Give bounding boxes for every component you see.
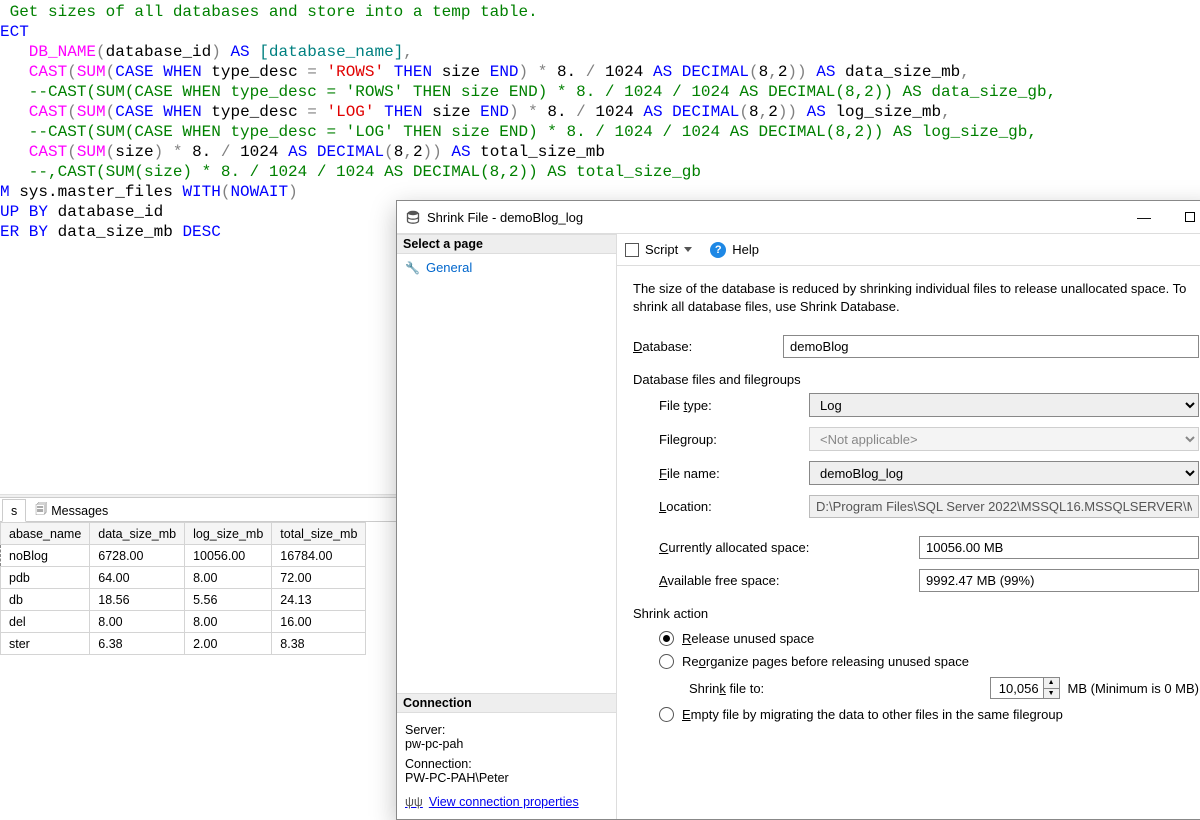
table-row[interactable]: db18.565.5624.13 [1, 589, 366, 611]
maximize-button[interactable] [1167, 201, 1200, 233]
network-icon: ψψ [405, 795, 423, 809]
allocated-space-field [919, 536, 1199, 559]
table-cell[interactable]: db [1, 589, 90, 611]
tab-results[interactable]: s [2, 499, 26, 522]
page-general-label: General [426, 260, 472, 275]
table-cell[interactable]: 5.56 [185, 589, 272, 611]
shrink-to-spinner[interactable]: ▲ ▼ [990, 677, 1060, 699]
column-header[interactable]: data_size_mb [90, 523, 185, 545]
server-label: Server: [405, 723, 608, 737]
table-row[interactable]: ster6.382.008.38 [1, 633, 366, 655]
table-cell[interactable]: 2.00 [185, 633, 272, 655]
table-row[interactable]: del8.008.0016.00 [1, 611, 366, 633]
table-cell[interactable]: 16784.00 [272, 545, 366, 567]
table-cell[interactable]: 18.56 [90, 589, 185, 611]
location-field [809, 495, 1199, 518]
radio-reorganize[interactable] [659, 654, 674, 669]
file-type-select[interactable]: Log [809, 393, 1199, 417]
radio-reorganize-row[interactable]: Reorganize pages before releasing unused… [633, 650, 1199, 673]
table-cell[interactable]: 6.38 [90, 633, 185, 655]
help-button[interactable]: Help [732, 242, 759, 257]
table-cell[interactable]: 16.00 [272, 611, 366, 633]
table-row[interactable]: noBlog6728.0010056.0016784.00 [1, 545, 366, 567]
dialog-left-pane: Select a page 🔧 General Connection Serve… [397, 234, 617, 819]
script-button[interactable]: Script [645, 242, 678, 257]
table-cell[interactable]: 6728.00 [90, 545, 185, 567]
shrink-to-input[interactable] [991, 678, 1043, 698]
table-cell[interactable]: 72.00 [272, 567, 366, 589]
connection-value: PW-PC-PAH\Peter [405, 771, 608, 785]
connection-header: Connection [397, 693, 616, 713]
dialog-right-pane: Script ? Help The size of the database i… [617, 234, 1200, 819]
database-icon [405, 209, 421, 225]
table-cell[interactable]: pdb [1, 567, 90, 589]
table-cell[interactable]: 8.00 [185, 611, 272, 633]
tab-results-label: s [11, 504, 17, 518]
server-value: pw-pc-pah [405, 737, 608, 751]
radio-empty-row[interactable]: Empty file by migrating the data to othe… [633, 703, 1199, 726]
files-section-header: Database files and filegroups [633, 372, 1199, 387]
column-header[interactable]: total_size_mb [272, 523, 366, 545]
table-cell[interactable]: 8.00 [185, 567, 272, 589]
filename-select[interactable]: demoBlog_log [809, 461, 1199, 485]
table-cell[interactable]: 8.00 [90, 611, 185, 633]
database-field [783, 335, 1199, 358]
table-cell[interactable]: 24.13 [272, 589, 366, 611]
script-icon [625, 243, 639, 257]
connection-label: Connection: [405, 757, 608, 771]
view-connection-link[interactable]: ψψ View connection properties [405, 795, 608, 809]
table-cell[interactable]: ster [1, 633, 90, 655]
shrink-file-dialog: Shrink File - demoBlog_log — Select a pa… [396, 200, 1200, 820]
radio-release-row[interactable]: Release unused space [633, 627, 1199, 650]
shrink-to-suffix: MB (Minimum is 0 MB) [1068, 681, 1199, 696]
table-cell[interactable]: 64.00 [90, 567, 185, 589]
dialog-toolbar: Script ? Help [617, 234, 1200, 266]
spinner-up-icon[interactable]: ▲ [1044, 678, 1059, 689]
dialog-description: The size of the database is reduced by s… [633, 280, 1199, 315]
table-cell[interactable]: 8.38 [272, 633, 366, 655]
table-cell[interactable]: 10056.00 [185, 545, 272, 567]
view-connection-label: View connection properties [429, 795, 579, 809]
spinner-down-icon[interactable]: ▼ [1044, 689, 1059, 699]
available-space-field [919, 569, 1199, 592]
messages-icon: 🗐 [35, 500, 47, 521]
dialog-title: Shrink File - demoBlog_log [427, 210, 583, 225]
radio-empty[interactable] [659, 707, 674, 722]
column-header[interactable]: log_size_mb [185, 523, 272, 545]
wrench-icon: 🔧 [405, 261, 420, 275]
table-cell[interactable]: del [1, 611, 90, 633]
filegroup-select: <Not applicable> [809, 427, 1199, 451]
table-row[interactable]: pdb64.008.0072.00 [1, 567, 366, 589]
column-header[interactable]: abase_name [1, 523, 90, 545]
page-general[interactable]: 🔧 General [403, 258, 610, 277]
results-grid[interactable]: abase_namedata_size_mblog_size_mbtotal_s… [0, 522, 366, 655]
tab-messages-label: Messages [51, 504, 108, 518]
help-icon: ? [710, 242, 726, 258]
dialog-titlebar[interactable]: Shrink File - demoBlog_log — [397, 201, 1200, 233]
radio-release[interactable] [659, 631, 674, 646]
select-page-header: Select a page [397, 234, 616, 254]
table-cell[interactable]: noBlog [1, 545, 90, 567]
tab-messages[interactable]: 🗐 Messages [26, 499, 117, 522]
minimize-button[interactable]: — [1121, 201, 1167, 233]
database-label: atabase: [642, 339, 692, 354]
shrink-action-header: Shrink action [633, 606, 1199, 621]
script-dropdown-icon[interactable] [684, 247, 692, 252]
